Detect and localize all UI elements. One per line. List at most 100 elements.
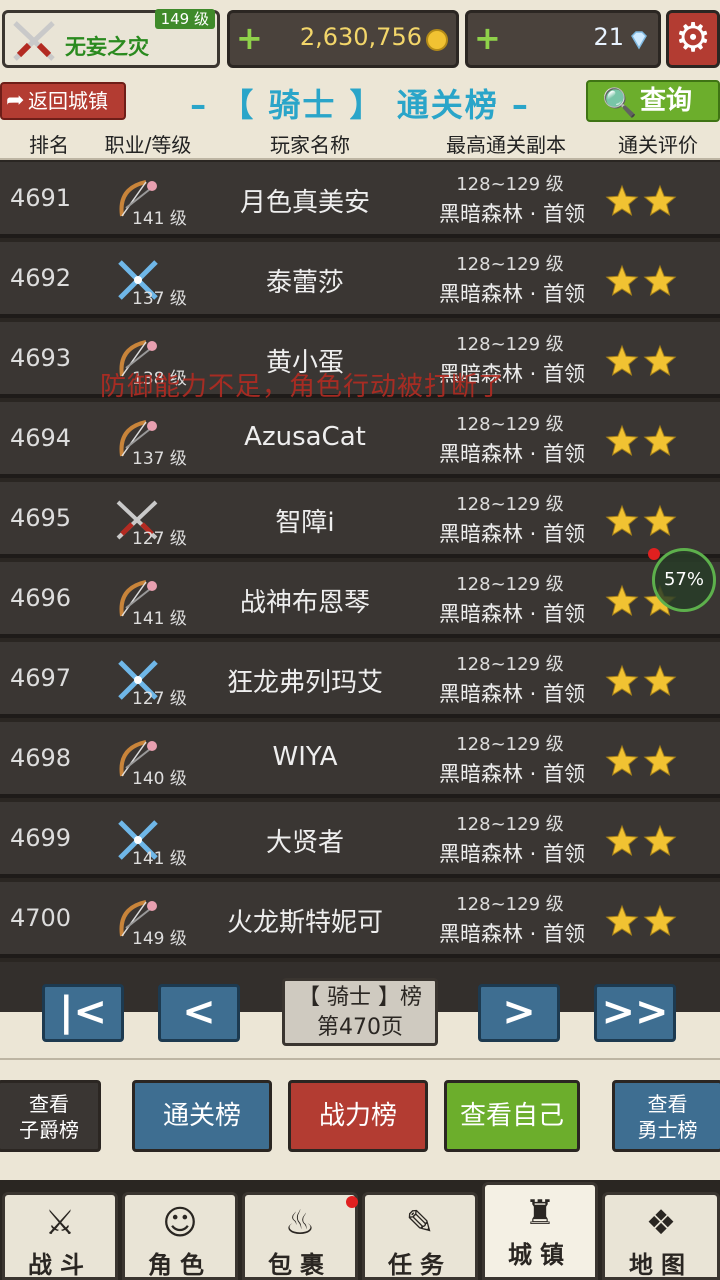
add-gold-icon[interactable]: + bbox=[236, 22, 263, 54]
top-status-bar: 无妄之灾 149 级 + 2,630,756 + 21 ⚙ bbox=[0, 0, 720, 78]
star-icon bbox=[643, 664, 677, 696]
viscount-board-button[interactable]: 查看 子爵榜 bbox=[0, 1080, 101, 1152]
rank-cell: 4692 bbox=[10, 264, 72, 292]
viscount-board-label-2: 子爵榜 bbox=[19, 1118, 79, 1142]
rating-stars bbox=[605, 184, 677, 216]
rank-cell: 4693 bbox=[10, 344, 72, 372]
player-name-cell[interactable]: 狂龙弗列玛艾 bbox=[190, 662, 420, 699]
table-row[interactable]: 4697 127 级狂龙弗列玛艾 128~129 级黑暗森林 · 首领 bbox=[0, 642, 720, 718]
gold-coin-icon bbox=[426, 29, 448, 51]
bag-notification-dot bbox=[346, 1196, 358, 1208]
rating-stars bbox=[605, 664, 677, 696]
player-panel[interactable]: 无妄之灾 149 级 bbox=[2, 9, 220, 68]
rating-stars bbox=[605, 824, 677, 856]
star-icon bbox=[643, 824, 677, 856]
player-name-cell[interactable]: 智障i bbox=[190, 502, 420, 539]
rating-stars bbox=[605, 904, 677, 936]
nav-battle-label: 战斗 bbox=[28, 1251, 92, 1279]
star-icon bbox=[643, 904, 677, 936]
title-bar: ➦ 返回城镇 – 【 骑士 】 通关榜 – 🔍 查询 bbox=[0, 78, 720, 124]
gold-panel[interactable]: + 2,630,756 bbox=[227, 10, 459, 68]
table-row[interactable]: 4695 127 级智障i 128~129 级黑暗森林 · 首领 bbox=[0, 482, 720, 558]
rank-cell: 4700 bbox=[10, 904, 72, 932]
combat-notice: 防御能力不足，角色行动被打断了 bbox=[100, 372, 506, 402]
column-header-job-level: 职业/等级 bbox=[104, 133, 192, 157]
brave-board-label-1: 查看 bbox=[647, 1092, 688, 1116]
town-icon: ♜ bbox=[524, 1193, 556, 1233]
level-cell: 137 级 bbox=[132, 449, 187, 469]
back-to-town-label: 返回城镇 bbox=[28, 89, 108, 113]
nav-bag[interactable]: ♨ 包裹 bbox=[242, 1192, 358, 1280]
first-page-button[interactable]: |< bbox=[42, 984, 124, 1042]
player-name-cell[interactable]: 火龙斯特妮可 bbox=[190, 902, 420, 939]
nav-map[interactable]: ❖ 地图 bbox=[602, 1192, 720, 1280]
dungeon-name-cell: 黑暗森林 · 首领 bbox=[438, 762, 586, 786]
dungeon-name-cell: 黑暗森林 · 首领 bbox=[438, 202, 586, 226]
table-row[interactable]: 4700 149 级火龙斯特妮可 128~129 级黑暗森林 · 首领 bbox=[0, 882, 720, 958]
dungeon-level-cell: 128~129 级 bbox=[456, 494, 564, 515]
nav-character-label: 角色 bbox=[148, 1251, 212, 1279]
back-to-town-button[interactable]: ➦ 返回城镇 bbox=[0, 82, 126, 120]
player-name-cell[interactable]: 战神布恩琴 bbox=[190, 582, 420, 619]
star-icon bbox=[605, 744, 639, 776]
rank-cell: 4695 bbox=[10, 504, 72, 532]
search-icon: 🔍 bbox=[602, 86, 637, 119]
player-name-cell[interactable]: 月色真美安 bbox=[190, 182, 420, 219]
column-header-player-name: 玩家名称 bbox=[270, 133, 350, 157]
star-icon bbox=[605, 184, 639, 216]
table-row[interactable]: 4691 141 级月色真美安 128~129 级黑暗森林 · 首领 bbox=[0, 162, 720, 238]
player-name-cell[interactable]: AzusaCat bbox=[190, 422, 420, 452]
add-gem-icon[interactable]: + bbox=[474, 22, 501, 54]
dungeon-level-cell: 128~129 级 bbox=[456, 894, 564, 915]
table-row[interactable]: 4698 140 级 WIYA 128~129 级黑暗森林 · 首领 bbox=[0, 722, 720, 798]
progress-badge[interactable]: 57% bbox=[652, 548, 716, 612]
clear-board-button[interactable]: 通关榜 bbox=[132, 1080, 272, 1152]
table-row[interactable]: 4694 137 级 AzusaCat 128~129 级黑暗森林 · 首领 bbox=[0, 402, 720, 478]
pager: |< < 【 骑士 】榜 第470页 > >> bbox=[0, 962, 720, 1058]
search-button[interactable]: 🔍 查询 bbox=[586, 80, 720, 122]
player-name-cell[interactable]: 大贤者 bbox=[190, 822, 420, 859]
player-name-cell[interactable]: WIYA bbox=[190, 742, 420, 772]
rating-stars bbox=[605, 424, 677, 456]
back-arrow-icon: ➦ bbox=[6, 88, 25, 113]
rank-cell: 4698 bbox=[10, 744, 72, 772]
prev-page-button[interactable]: < bbox=[158, 984, 240, 1042]
table-row[interactable]: 4692 137 级泰蕾莎 128~129 级黑暗森林 · 首领 bbox=[0, 242, 720, 318]
crossed-swords-icon bbox=[13, 21, 55, 61]
character-icon: ☺ bbox=[162, 1203, 198, 1243]
rank-cell: 4691 bbox=[10, 184, 72, 212]
rank-cell: 4699 bbox=[10, 824, 72, 852]
bottom-nav: ⚔ 战斗 ☺ 角色 ♨ 包裹 ✎ 任务 ♜ 城镇 ❖ 地图 bbox=[0, 1180, 720, 1280]
nav-quest[interactable]: ✎ 任务 bbox=[362, 1192, 478, 1280]
power-board-button[interactable]: 战力榜 bbox=[288, 1080, 428, 1152]
rating-stars bbox=[605, 344, 677, 376]
notification-dot bbox=[648, 548, 660, 560]
level-cell: 141 级 bbox=[132, 609, 187, 629]
settings-button[interactable]: ⚙ bbox=[666, 10, 720, 68]
level-cell: 141 级 bbox=[132, 849, 187, 869]
player-level-badge: 149 级 bbox=[154, 9, 215, 29]
gem-panel[interactable]: + 21 bbox=[465, 10, 661, 68]
next-page-button[interactable]: > bbox=[478, 984, 560, 1042]
dungeon-level-cell: 128~129 级 bbox=[456, 734, 564, 755]
star-icon bbox=[643, 504, 677, 536]
dungeon-name-cell: 黑暗森林 · 首领 bbox=[438, 842, 586, 866]
rating-stars bbox=[605, 264, 677, 296]
nav-character[interactable]: ☺ 角色 bbox=[122, 1192, 238, 1280]
player-name-cell[interactable]: 泰蕾莎 bbox=[190, 262, 420, 299]
view-self-button[interactable]: 查看自己 bbox=[444, 1080, 580, 1152]
brave-board-button[interactable]: 查看 勇士榜 bbox=[612, 1080, 720, 1152]
last-page-button[interactable]: >> bbox=[594, 984, 676, 1042]
nav-battle[interactable]: ⚔ 战斗 bbox=[2, 1192, 118, 1280]
star-icon bbox=[605, 344, 639, 376]
dungeon-level-cell: 128~129 级 bbox=[456, 654, 564, 675]
star-icon bbox=[643, 264, 677, 296]
nav-town[interactable]: ♜ 城镇 bbox=[482, 1182, 598, 1280]
rank-cell: 4694 bbox=[10, 424, 72, 452]
table-row[interactable]: 4699 141 级大贤者 128~129 级黑暗森林 · 首领 bbox=[0, 802, 720, 878]
rank-cell: 4696 bbox=[10, 584, 72, 612]
gear-icon: ⚙ bbox=[675, 15, 711, 61]
table-row[interactable]: 4696 141 级战神布恩琴 128~129 级黑暗森林 · 首领 bbox=[0, 562, 720, 638]
star-icon bbox=[605, 824, 639, 856]
star-icon bbox=[643, 344, 677, 376]
